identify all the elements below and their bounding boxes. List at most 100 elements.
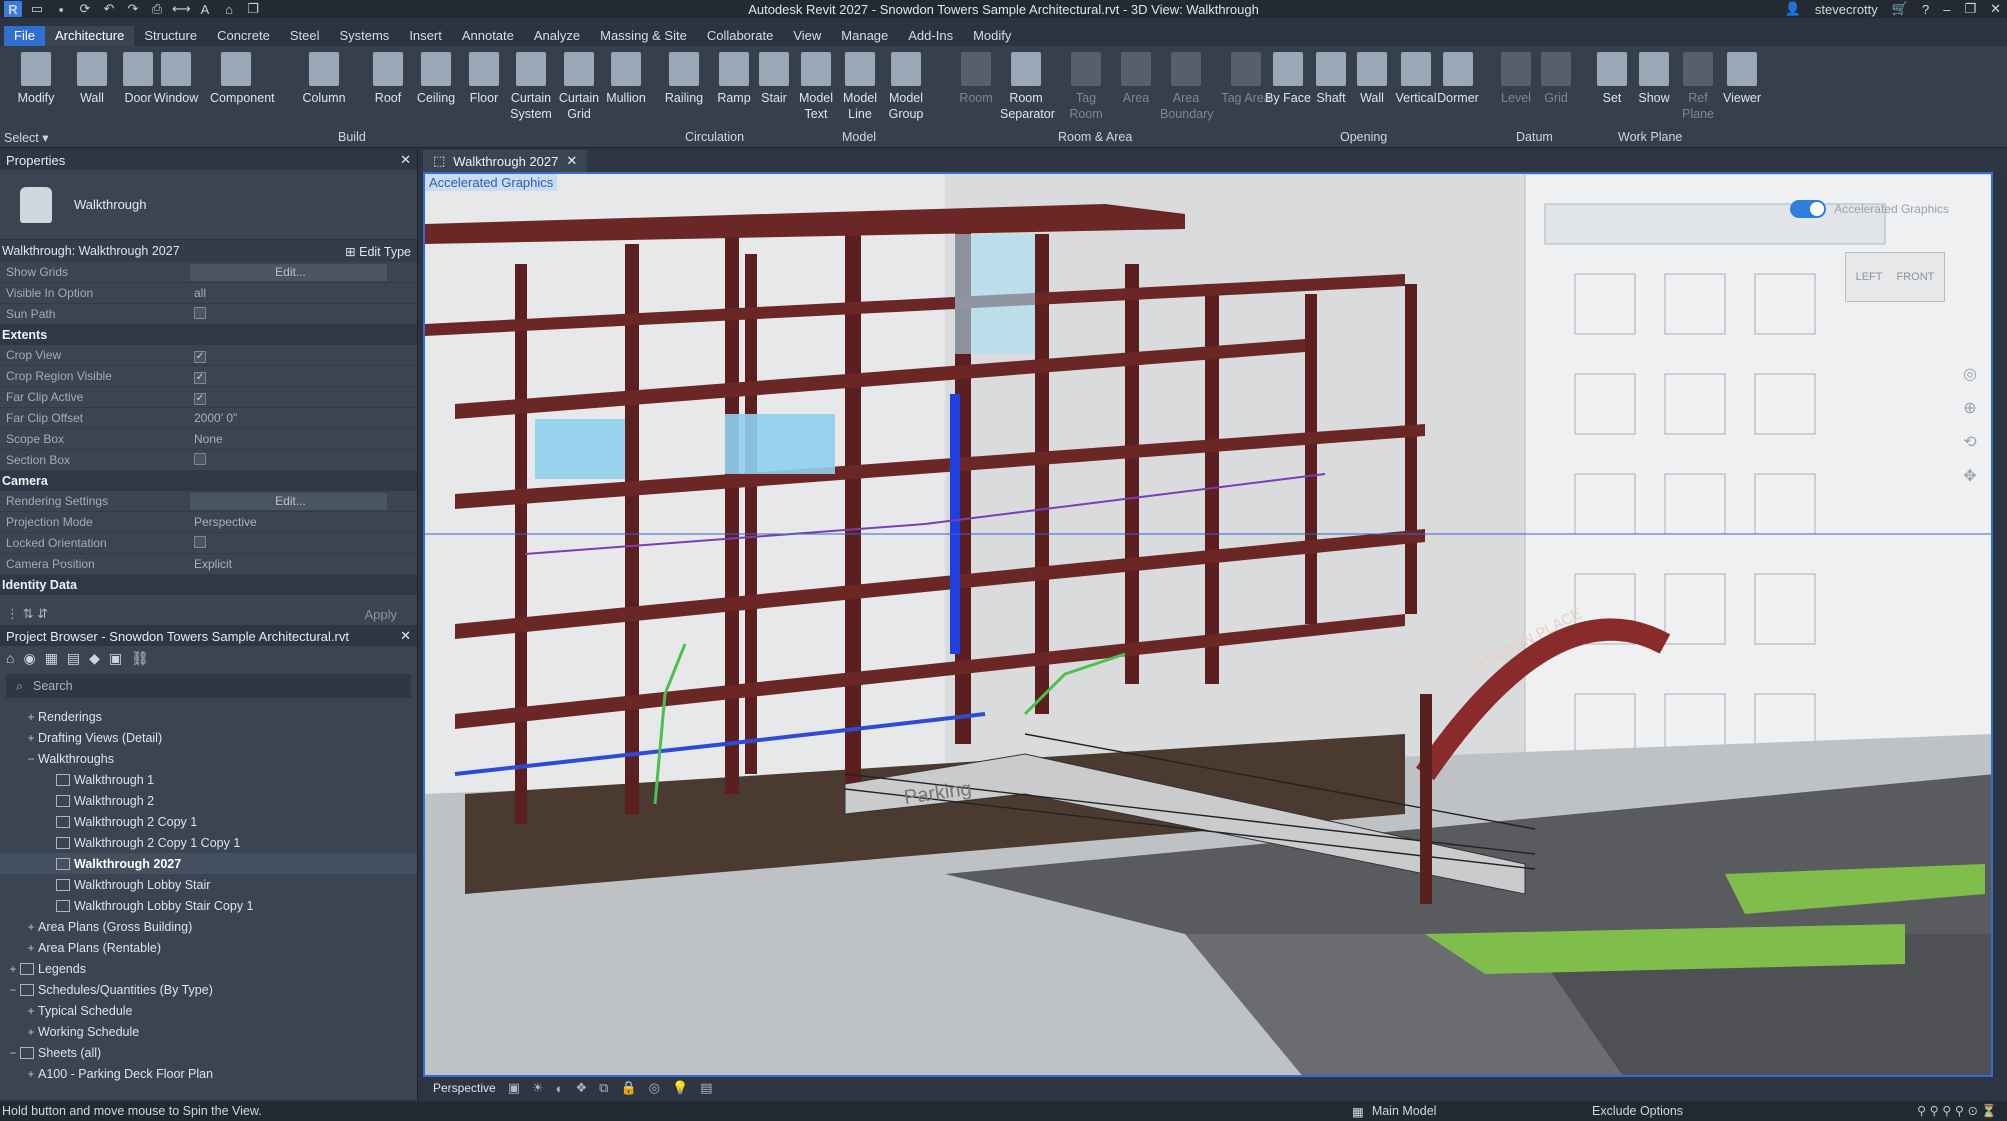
- property-value[interactable]: ✓: [190, 369, 417, 384]
- tab-analyze[interactable]: Analyze: [524, 26, 590, 46]
- area-button[interactable]: Area: [1110, 52, 1162, 106]
- property-value[interactable]: None: [190, 432, 417, 446]
- schedules-icon[interactable]: ▤: [67, 650, 80, 667]
- design-options[interactable]: Exclude Options: [1592, 1104, 1683, 1118]
- dormer-button[interactable]: Dormer: [1432, 52, 1484, 106]
- render-icon[interactable]: ❖: [576, 1080, 588, 1096]
- model-group-button[interactable]: Model Group: [880, 52, 932, 122]
- railing-button[interactable]: Railing: [658, 52, 710, 106]
- undo-icon[interactable]: ↶: [100, 1, 118, 17]
- view-cube[interactable]: LEFT FRONT: [1845, 252, 1945, 302]
- browser-search[interactable]: ⌕ Search: [6, 674, 411, 698]
- instance-selector[interactable]: Walkthrough: Walkthrough 2027: [2, 244, 180, 258]
- save-icon[interactable]: ▪: [52, 2, 70, 17]
- accelerated-graphics-toggle[interactable]: Accelerated Graphics: [1790, 200, 1949, 218]
- tab-modify[interactable]: Modify: [963, 26, 1021, 46]
- tab-file[interactable]: File: [4, 26, 45, 46]
- 3d-viewport[interactable]: SNOWDON PLACE Parking Accelerated Graphi…: [423, 172, 1993, 1077]
- property-checkbox[interactable]: [194, 452, 206, 465]
- tab-massing-site[interactable]: Massing & Site: [590, 26, 697, 46]
- curtain-grid-button[interactable]: Curtain Grid: [553, 52, 605, 122]
- restore-button[interactable]: ❐: [1964, 1, 1976, 17]
- property-value[interactable]: [190, 452, 417, 468]
- close-button[interactable]: ✕: [1990, 1, 2001, 17]
- property-checkbox[interactable]: ✓: [194, 350, 206, 363]
- select-dropdown[interactable]: Select ▾: [4, 130, 49, 145]
- close-icon[interactable]: ✕: [400, 628, 411, 644]
- 3d-view-icon[interactable]: ⌂: [220, 2, 238, 17]
- expand-icon[interactable]: +: [24, 1067, 38, 1081]
- column-button[interactable]: Column: [298, 52, 350, 106]
- property-category[interactable]: Identity Data: [0, 575, 417, 595]
- expand-icon[interactable]: +: [24, 1004, 38, 1018]
- temp-hide-icon[interactable]: ◎: [649, 1080, 660, 1096]
- cart-icon[interactable]: 🛒: [1892, 1, 1908, 17]
- collapse-icon[interactable]: −: [6, 983, 20, 997]
- tree-item[interactable]: − Schedules/Quantities (By Type): [0, 979, 417, 1000]
- switch-windows-icon[interactable]: ❐: [244, 1, 262, 17]
- tree-item[interactable]: Walkthrough 1: [0, 769, 417, 790]
- property-value[interactable]: 2000' 0": [190, 411, 417, 425]
- visual-style-icon[interactable]: ▣: [508, 1080, 520, 1096]
- roof-button[interactable]: Roof: [362, 52, 414, 106]
- families-icon[interactable]: ◆: [89, 650, 100, 667]
- property-value[interactable]: Perspective: [190, 515, 417, 529]
- tab-annotate[interactable]: Annotate: [452, 26, 524, 46]
- apply-button[interactable]: Apply: [364, 607, 397, 622]
- property-checkbox[interactable]: ✓: [194, 371, 206, 384]
- tree-item[interactable]: Walkthrough 2 Copy 1: [0, 811, 417, 832]
- tab-steel[interactable]: Steel: [280, 26, 330, 46]
- projection-label[interactable]: Perspective: [433, 1081, 496, 1095]
- curtain-system-button[interactable]: Curtain System: [505, 52, 557, 122]
- properties-filter-icons[interactable]: ⋮ ⇅ ⇵: [6, 606, 48, 622]
- selection-filters[interactable]: ⚲ ⚲ ⚲ ⚲ ⊙ ⏳: [1917, 1103, 1997, 1119]
- lock-icon[interactable]: 🔒: [620, 1080, 636, 1096]
- modify-button[interactable]: Modify: [10, 52, 62, 106]
- ribbon-group-opening[interactable]: Opening: [1340, 130, 1387, 144]
- tab-walkthrough-2027[interactable]: ⬚ Walkthrough 2027 ✕: [423, 150, 588, 172]
- ribbon-group-work-plane[interactable]: Work Plane: [1618, 130, 1682, 144]
- crop-icon[interactable]: ⧉: [599, 1080, 608, 1096]
- tree-item[interactable]: + A100 - Parking Deck Floor Plan: [0, 1063, 417, 1084]
- property-value[interactable]: Explicit: [190, 557, 417, 571]
- tree-item[interactable]: Walkthrough Lobby Stair: [0, 874, 417, 895]
- close-icon[interactable]: ✕: [566, 153, 577, 169]
- ceiling-button[interactable]: Ceiling: [410, 52, 462, 106]
- expand-icon[interactable]: +: [24, 920, 38, 934]
- active-workset[interactable]: ▦ Main Model: [1352, 1104, 1436, 1119]
- tree-item[interactable]: Walkthrough 2 Copy 1 Copy 1: [0, 832, 417, 853]
- user-name[interactable]: stevecrotty: [1815, 2, 1878, 17]
- print-icon[interactable]: ⎙: [148, 1, 166, 17]
- tree-item[interactable]: − Sheets (all): [0, 1042, 417, 1063]
- reveal-icon[interactable]: 💡: [672, 1080, 688, 1096]
- sheets-icon[interactable]: ▦: [45, 650, 58, 667]
- home-icon[interactable]: ⌂: [6, 650, 14, 666]
- expand-icon[interactable]: +: [24, 731, 38, 745]
- property-value[interactable]: [190, 535, 417, 551]
- ribbon-group-build[interactable]: Build: [338, 130, 366, 144]
- property-category[interactable]: Extents: [0, 325, 417, 345]
- groups-icon[interactable]: ▣: [109, 650, 122, 667]
- orbit-icon[interactable]: ⟲: [1963, 432, 1976, 452]
- tab-systems[interactable]: Systems: [329, 26, 399, 46]
- expand-icon[interactable]: +: [24, 941, 38, 955]
- grid-button[interactable]: Grid: [1530, 52, 1582, 106]
- tree-item[interactable]: Walkthrough 2: [0, 790, 417, 811]
- property-value[interactable]: ✓: [190, 348, 417, 363]
- tree-item[interactable]: Walkthrough Lobby Stair Copy 1: [0, 895, 417, 916]
- property-value[interactable]: [190, 306, 417, 322]
- window-button[interactable]: Window: [150, 52, 202, 106]
- shadows-icon[interactable]: ◐: [556, 1081, 564, 1096]
- property-category[interactable]: Camera: [0, 471, 417, 491]
- revit-logo-icon[interactable]: R: [4, 1, 22, 17]
- room-button[interactable]: Room: [950, 52, 1002, 106]
- ribbon-group-model[interactable]: Model: [842, 130, 876, 144]
- tree-item[interactable]: + Working Schedule: [0, 1021, 417, 1042]
- tag-room-button[interactable]: Tag Room: [1060, 52, 1112, 122]
- tab-structure[interactable]: Structure: [134, 26, 207, 46]
- tree-item[interactable]: Walkthrough 2027: [0, 853, 417, 874]
- edit-type-button[interactable]: ⊞ Edit Type: [345, 244, 411, 259]
- measure-icon[interactable]: ⟷: [172, 1, 191, 17]
- ribbon-group-datum[interactable]: Datum: [1516, 130, 1553, 144]
- area-boundary-button[interactable]: Area Boundary: [1160, 52, 1214, 122]
